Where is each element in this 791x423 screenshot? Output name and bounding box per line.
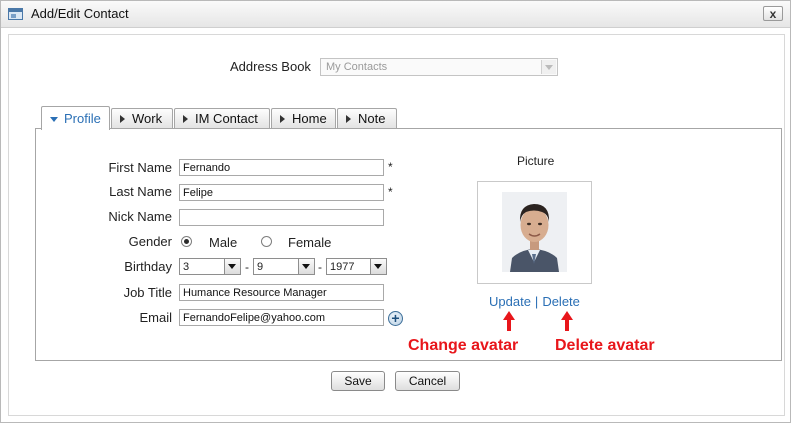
window-icon [8,8,23,20]
plus-circle-icon[interactable]: + [388,311,403,326]
gender-female-label: Female [288,235,332,250]
tab-label: Note [358,111,386,126]
picture-links: Update | Delete [489,294,580,309]
last-name-input[interactable] [179,184,384,201]
birthday-separator: - [245,260,249,274]
tab-label: Work [132,111,163,126]
caret-right-icon [183,115,188,123]
arrow-up-icon [503,311,515,331]
picture-frame [477,181,592,284]
job-title-input[interactable] [179,284,384,301]
birthday-month-select[interactable]: 9 [253,258,315,275]
address-book-select[interactable]: My Contacts [320,58,558,76]
update-avatar-link[interactable]: Update [489,294,531,309]
birthday-label: Birthday [124,259,172,274]
gender-label: Gender [128,234,172,249]
picture-label: Picture [517,154,555,168]
title-bar[interactable]: Add/Edit Contact x [1,1,790,28]
link-separator: | [534,294,539,309]
required-mark: * [388,160,393,174]
arrow-up-icon [561,311,573,331]
delete-avatar-annotation: Delete avatar [555,337,655,354]
window-title: Add/Edit Contact [31,6,129,21]
email-label: Email [139,310,172,325]
close-button[interactable]: x [763,6,783,21]
nick-name-input[interactable] [179,209,384,226]
address-book-value: My Contacts [326,61,388,73]
tab-profile[interactable]: Profile [41,106,110,130]
birthday-day-value: 3 [183,261,190,273]
caret-down-icon [50,117,58,122]
birthday-separator: - [318,260,322,274]
save-button[interactable]: Save [331,371,385,391]
required-mark: * [388,185,393,199]
tab-label: Home [292,111,327,126]
address-book-label: Address Book [230,59,311,74]
delete-avatar-link[interactable]: Delete [542,294,580,309]
last-name-label: Last Name [109,184,172,199]
nick-name-label: Nick Name [108,209,172,224]
gender-male-label: Male [209,235,238,250]
tab-work[interactable]: Work [111,108,173,128]
birthday-year-value: 1977 [330,261,355,273]
tab-label: Profile [64,111,101,126]
caret-right-icon [120,115,125,123]
job-title-label: Job Title [123,285,172,300]
change-avatar-annotation: Change avatar [408,337,519,354]
chevron-down-icon [298,259,314,274]
chevron-down-icon [541,60,556,74]
birthday-year-select[interactable]: 1977 [326,258,387,275]
caret-right-icon [280,115,285,123]
gender-female-radio[interactable] [261,236,272,247]
cancel-button[interactable]: Cancel [395,371,460,391]
caret-right-icon [346,115,351,123]
tab-note[interactable]: Note [337,108,397,128]
gender-male-radio[interactable] [181,236,192,247]
first-name-label: First Name [108,160,172,175]
first-name-input[interactable] [179,159,384,176]
avatar [502,192,567,272]
birthday-day-select[interactable]: 3 [179,258,241,275]
tab-home[interactable]: Home [271,108,336,128]
email-input[interactable] [179,309,384,326]
tab-im-contact[interactable]: IM Contact [174,108,270,128]
chevron-down-icon [370,259,386,274]
birthday-month-value: 9 [257,261,264,273]
chevron-down-icon [224,259,240,274]
tab-label: IM Contact [195,111,258,126]
